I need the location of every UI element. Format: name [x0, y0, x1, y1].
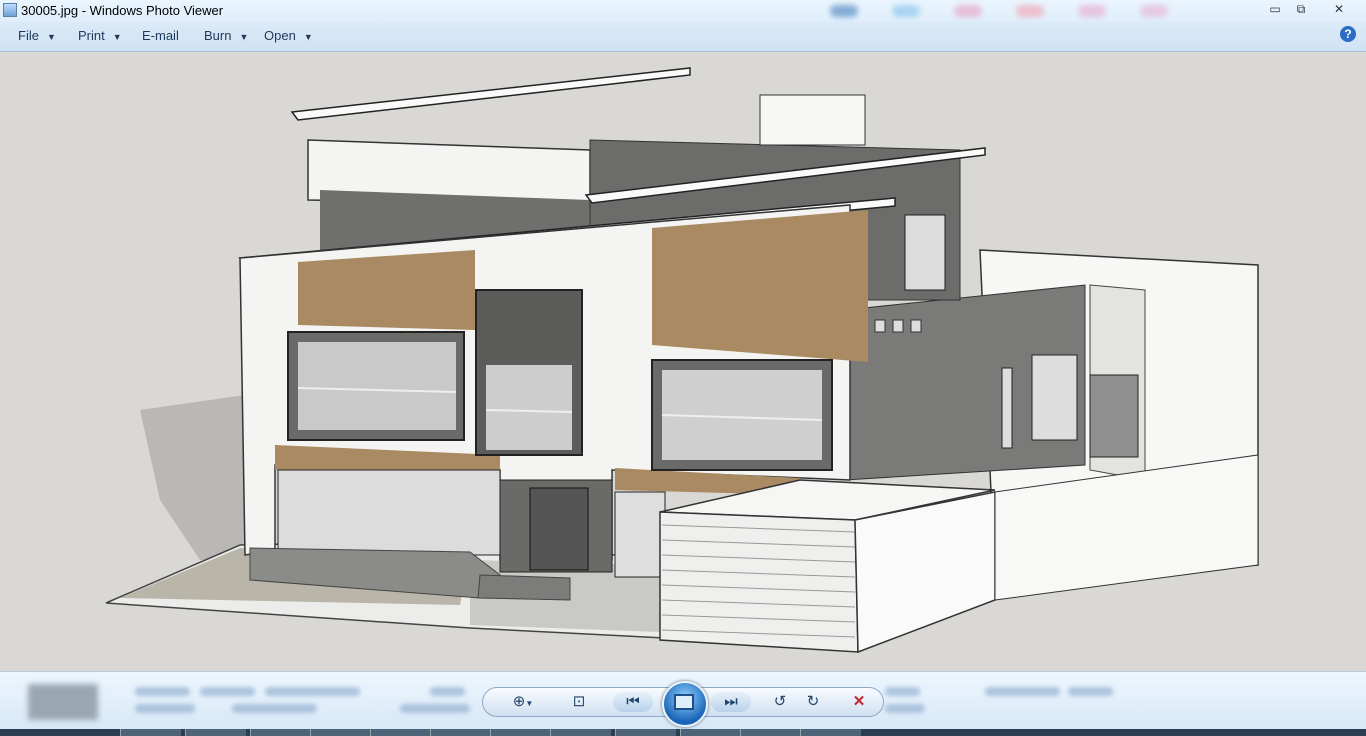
- blurred-info: [885, 687, 920, 696]
- blurred-info: [200, 687, 255, 696]
- menu-open-label: Open: [264, 28, 296, 43]
- chevron-down-icon: ▼: [303, 32, 313, 42]
- restore-button[interactable]: ⧉: [1290, 1, 1312, 18]
- chevron-down-icon: ▼: [239, 32, 249, 42]
- blurred-info: [232, 704, 317, 713]
- rotate-clockwise-icon[interactable]: ↻: [803, 692, 823, 712]
- blurred-info: [265, 687, 360, 696]
- menu-bar: File ▼ Print ▼ E-mail Burn ▼ Open ▼: [0, 22, 1366, 52]
- close-button[interactable]: ✕: [1328, 1, 1350, 18]
- slideshow-button[interactable]: [662, 681, 708, 727]
- zoom-icon[interactable]: ⊕▼: [508, 692, 538, 712]
- menu-open[interactable]: Open ▼: [264, 28, 313, 43]
- actual-size-icon[interactable]: ⊡: [568, 692, 590, 712]
- image-viewport[interactable]: [9, 52, 1357, 670]
- thumbnail-preview: [28, 684, 98, 720]
- slideshow-icon: [674, 694, 694, 710]
- minimize-button[interactable]: ▭: [1264, 1, 1286, 18]
- blurred-info: [135, 704, 195, 713]
- photo-viewer-app-icon: [3, 3, 17, 17]
- blurred-info: [430, 687, 465, 696]
- blurred-info: [1068, 687, 1113, 696]
- blurred-background-region: [830, 4, 1250, 18]
- help-icon[interactable]: ?: [1340, 26, 1356, 42]
- delete-icon[interactable]: ✕: [848, 692, 870, 712]
- menu-burn-label: Burn: [204, 28, 232, 43]
- menu-email-label: E-mail: [142, 28, 179, 43]
- menu-print[interactable]: Print ▼: [78, 28, 122, 43]
- house-render-image: [105, 67, 1259, 654]
- taskbar-strip: [0, 729, 1366, 736]
- title-bar: 30005.jpg - Windows Photo Viewer ▭ ⧉ ✕: [0, 0, 1366, 22]
- blurred-info: [885, 704, 925, 713]
- menu-print-label: Print: [78, 28, 105, 43]
- window-title: 30005.jpg - Windows Photo Viewer: [21, 3, 224, 18]
- menu-file-label: File: [18, 28, 39, 43]
- next-icon[interactable]: ⏭: [711, 692, 751, 712]
- menu-burn[interactable]: Burn ▼: [204, 28, 248, 43]
- rotate-counterclockwise-icon[interactable]: ↺: [770, 692, 790, 712]
- menu-email[interactable]: E-mail: [142, 28, 179, 43]
- chevron-down-icon: ▼: [46, 32, 56, 42]
- blurred-info: [985, 687, 1060, 696]
- previous-icon[interactable]: ⏮: [613, 692, 653, 712]
- blurred-info: [400, 704, 470, 713]
- menu-file[interactable]: File ▼: [18, 28, 56, 43]
- blurred-info: [135, 687, 190, 696]
- chevron-down-icon: ▼: [112, 32, 122, 42]
